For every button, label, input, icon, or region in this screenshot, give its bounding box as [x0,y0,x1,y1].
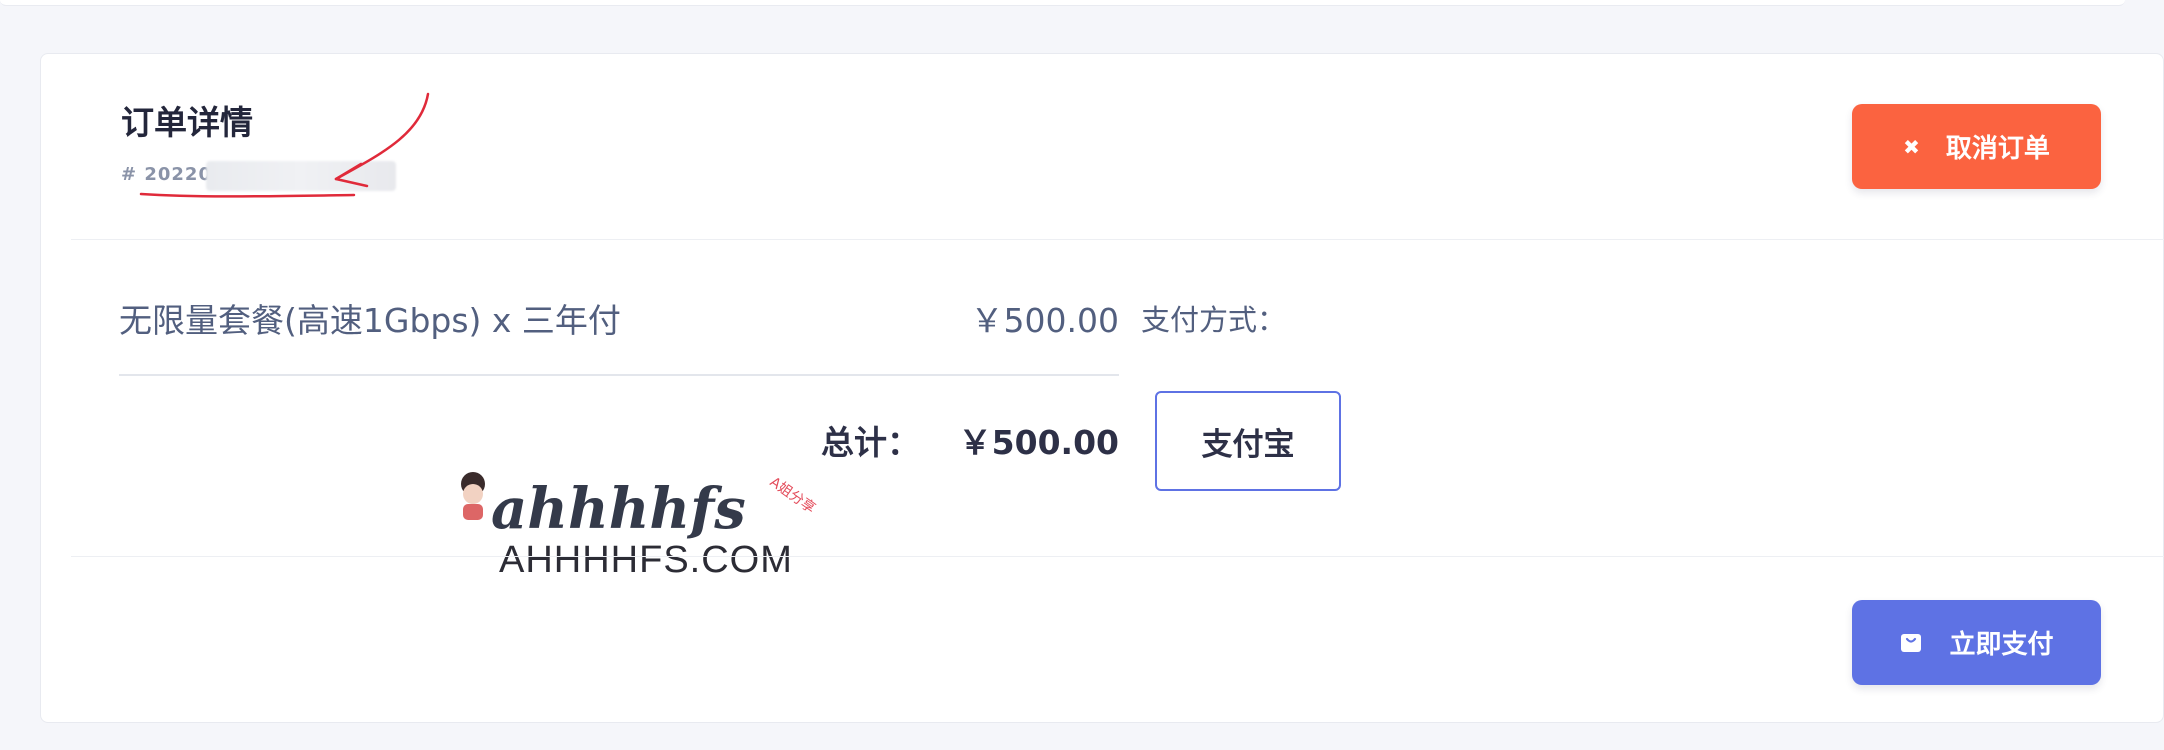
payment-option-alipay[interactable]: 支付宝 [1155,391,1341,491]
red-arrow-annotation [139,92,430,198]
total-label: 总计： [821,423,920,462]
watermark-logo: ahhhhfs A姐分享 [461,472,819,542]
bag-icon [1901,633,1922,652]
total-value: ￥500.00 [958,423,1119,462]
order-detail-card: 订单详情 # 20220 ✖ 取消订单 无限量套餐(高速1Gbps) x 三年付… [40,53,2164,723]
cancel-order-label: 取消订单 [1945,134,2050,164]
divider [71,239,2164,240]
pay-now-button[interactable]: 立即支付 [1852,600,2101,685]
close-icon: ✖ [1903,134,1920,159]
divider [71,556,2164,557]
cancel-order-button[interactable]: ✖ 取消订单 [1852,104,2101,189]
item-divider [119,374,1119,376]
watermark-logo-text: ahhhhfs [491,476,746,542]
pay-now-label: 立即支付 [1949,630,2054,660]
watermark-site-text: AHHHHFS.COM [499,539,793,581]
item-price: ￥500.00 [970,301,1119,340]
previous-card-edge [0,0,2125,6]
payment-method-label: 支付方式： [1141,303,1287,337]
watermark-logo-tag: A姐分享 [767,473,819,517]
item-name: 无限量套餐(高速1Gbps) x 三年付 [119,301,621,340]
